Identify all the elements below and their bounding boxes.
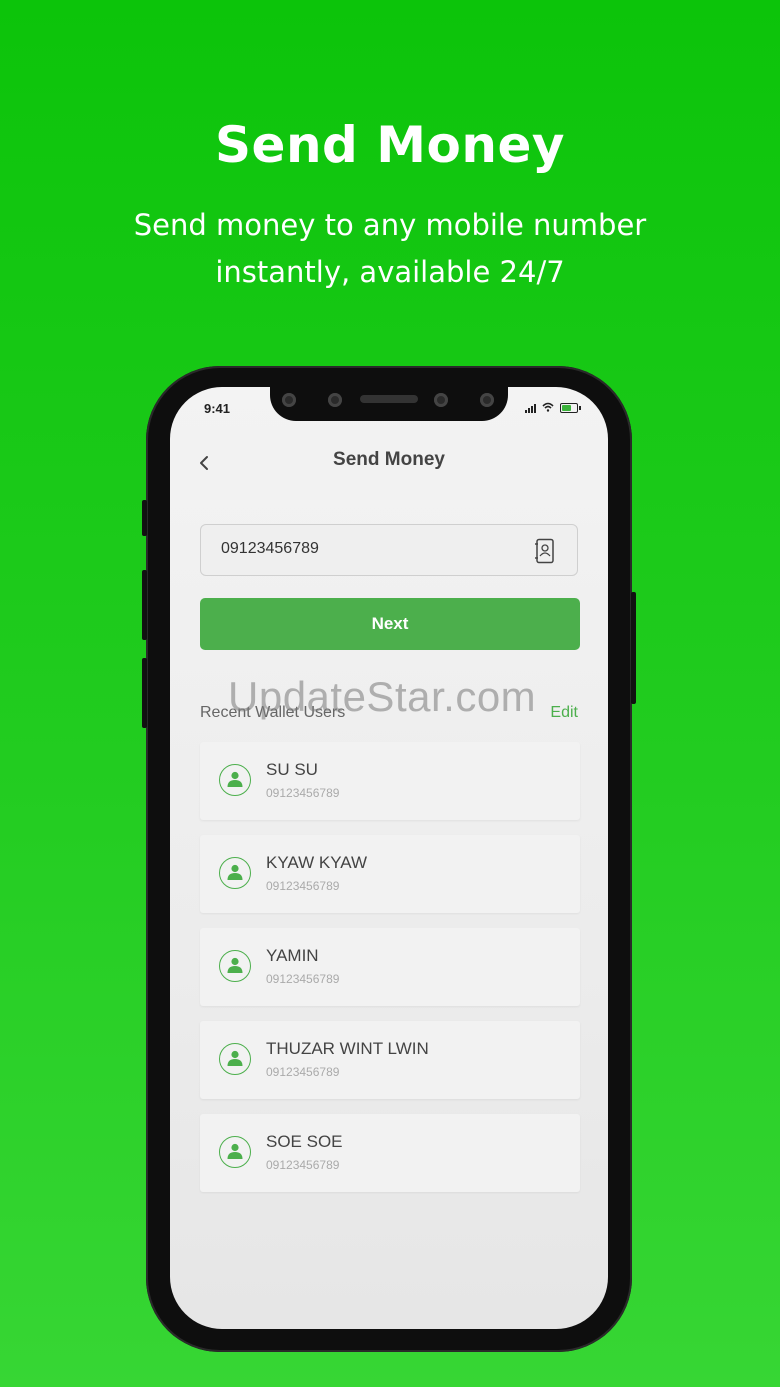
user-phone: 09123456789 [266,879,340,893]
phone-mute-switch [142,500,147,536]
watermark: UpdateStar.com [228,673,537,720]
user-card-su-su[interactable]: SU SU 09123456789 [200,742,580,820]
user-card-thuzar-wint-lwin[interactable]: THUZAR WINT LWIN 09123456789 [200,1021,580,1099]
phone-notch [270,387,508,421]
user-avatar-icon [219,764,251,796]
sensor-dot [434,393,448,407]
earpiece-speaker [360,395,418,403]
phone-volume-down [142,658,147,728]
hero-subtitle-line-2: instantly, available 24/7 [215,255,565,289]
phone-power-button [631,592,636,704]
user-avatar-icon [219,1043,251,1075]
sensor-dot [282,393,296,407]
phone-screen: 9:41 Send Money 09123456789 Next Recent … [170,387,608,1329]
user-phone: 09123456789 [266,972,340,986]
user-name: YAMIN [266,946,319,965]
hero-subtitle-line-1: Send money to any mobile number [133,208,647,242]
signal-icon [525,403,536,413]
wifi-icon [542,402,554,414]
phone-number-input[interactable]: 09123456789 [200,524,578,576]
user-avatar-icon [219,1136,251,1168]
hero-subtitle: Send money to any mobile number instantl… [0,202,780,296]
hero-title: Send Money [215,116,565,174]
user-phone: 09123456789 [266,1158,340,1172]
edit-link[interactable]: Edit [550,704,578,722]
user-card-yamin[interactable]: YAMIN 09123456789 [200,928,580,1006]
user-name: THUZAR WINT LWIN [266,1039,429,1058]
phone-number-value: 09123456789 [221,540,319,557]
battery-icon [560,403,581,413]
user-phone: 09123456789 [266,1065,340,1079]
proximity-dot [480,393,494,407]
user-name: KYAW KYAW [266,853,368,872]
status-time: 9:41 [204,401,231,416]
user-name: SU SU [266,760,318,779]
user-avatar-icon [219,950,251,982]
screen-title: Send Money [333,449,445,470]
user-card-soe-soe[interactable]: SOE SOE 09123456789 [200,1114,580,1192]
phone-volume-up [142,570,147,640]
contact-book-icon[interactable] [535,538,555,564]
user-avatar-icon [219,857,251,889]
next-button[interactable]: Next [200,598,580,650]
user-phone: 09123456789 [266,786,340,800]
user-name: SOE SOE [266,1132,343,1151]
user-card-kyaw-kyaw[interactable]: KYAW KYAW 09123456789 [200,835,580,913]
recent-users-list: SU SU 09123456789 KYAW KYAW 09123456789 … [200,742,580,1207]
status-icons [525,401,581,415]
camera-dot [328,393,342,407]
